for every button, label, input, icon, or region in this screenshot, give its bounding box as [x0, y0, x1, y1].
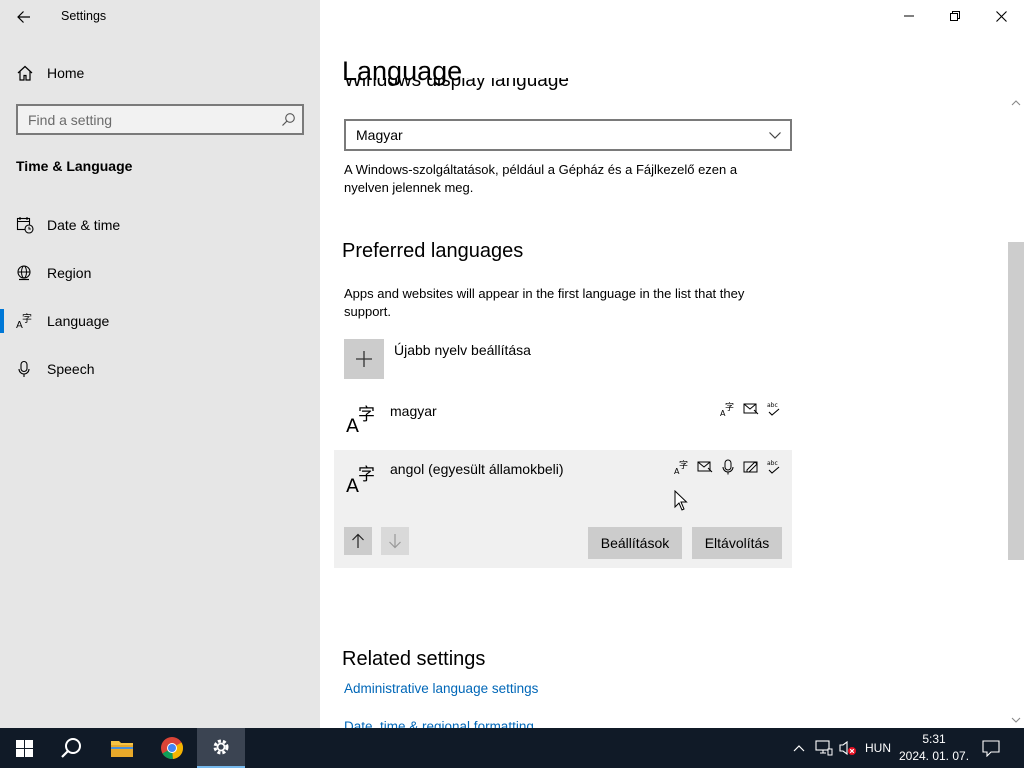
spellcheck-icon: abc — [767, 460, 780, 474]
globe-icon — [17, 265, 31, 281]
volume-muted-icon — [839, 740, 856, 756]
add-language-label: Újabb nyelv beállítása — [394, 342, 531, 358]
dropdown-value: Magyar — [356, 127, 403, 143]
svg-text:字: 字 — [725, 401, 734, 413]
action-center-button[interactable] — [978, 728, 1004, 768]
home-icon — [17, 65, 33, 81]
search-input[interactable] — [18, 106, 268, 133]
language-options-button[interactable]: Beállítások — [588, 527, 682, 559]
chevron-down-icon — [769, 132, 781, 139]
back-arrow-icon — [17, 11, 30, 23]
search-taskbar-button[interactable] — [48, 728, 96, 768]
preferred-languages-heading: Preferred languages — [342, 240, 524, 262]
language-item-magyar[interactable]: A字 magyar A字 abc — [334, 392, 792, 444]
regional-formatting-link[interactable]: Date, time & regional formatting — [344, 719, 534, 728]
main-content: Language Windows display language Magyar… — [320, 0, 1024, 728]
microphone-icon — [18, 360, 30, 377]
chrome-button[interactable] — [148, 728, 196, 768]
sidebar-item-label: Date & time — [47, 217, 121, 233]
scroll-up-icon[interactable] — [1011, 97, 1021, 109]
language-glyph-icon: A字 — [346, 405, 375, 434]
display-language-icon: A字 — [674, 459, 688, 475]
clock-date: 2024. 01. 07. — [898, 749, 970, 763]
preferred-languages-description: Apps and websites will appear in the fir… — [344, 286, 745, 319]
chrome-icon — [161, 737, 184, 760]
language-glyph-icon: A字 — [346, 465, 375, 494]
sidebar-item-language[interactable]: A字 Language — [0, 301, 320, 341]
scrollbar-thumb[interactable] — [1008, 242, 1024, 560]
plus-icon — [344, 339, 384, 379]
admin-language-settings-link[interactable]: Administrative language settings — [344, 681, 538, 696]
volume-button[interactable] — [837, 728, 859, 768]
svg-text:字: 字 — [358, 405, 375, 425]
scrollbar[interactable] — [1008, 96, 1024, 728]
close-icon — [995, 10, 1007, 22]
add-language-button[interactable]: Újabb nyelv beállítása — [344, 339, 784, 379]
chevron-up-icon — [793, 745, 805, 752]
minimize-icon — [904, 15, 914, 17]
sidebar-item-label: Speech — [47, 361, 95, 377]
svg-text:abc: abc — [767, 402, 778, 409]
section-title: Time & Language — [16, 158, 133, 174]
restore-button[interactable] — [932, 0, 978, 32]
sidebar-item-label: Region — [47, 265, 92, 281]
arrow-up-icon — [352, 533, 364, 548]
clock[interactable]: 5:31 2024. 01. 07. — [896, 731, 972, 765]
home-label: Home — [47, 65, 85, 81]
remove-language-button[interactable]: Eltávolítás — [692, 527, 782, 559]
minimize-button[interactable] — [886, 0, 932, 32]
sidebar: Settings Home Time & Language Date & tim… — [0, 0, 320, 728]
back-button[interactable] — [8, 2, 40, 32]
gear-icon — [213, 739, 229, 755]
display-language-dropdown[interactable]: Magyar — [344, 119, 792, 151]
display-language-icon: A字 — [720, 401, 734, 417]
restore-icon — [950, 11, 960, 21]
network-icon — [815, 740, 833, 756]
close-button[interactable] — [978, 0, 1024, 32]
sidebar-item-label: Language — [47, 313, 110, 329]
display-language-heading: Windows display language — [344, 78, 569, 91]
sidebar-item-region[interactable]: Region — [0, 253, 320, 293]
sidebar-item-date-time[interactable]: Date & time — [0, 205, 320, 245]
mouse-cursor-icon — [674, 490, 688, 511]
language-icon: A字 — [16, 312, 32, 330]
calendar-clock-icon — [16, 217, 34, 234]
sidebar-item-home[interactable]: Home — [0, 56, 320, 90]
input-language-indicator[interactable]: HUN — [861, 728, 895, 768]
network-button[interactable] — [813, 728, 835, 768]
notification-icon — [982, 739, 1000, 757]
search-icon[interactable] — [281, 112, 296, 127]
svg-text:字: 字 — [679, 459, 688, 471]
move-down-button[interactable] — [381, 527, 409, 555]
handwriting-icon — [743, 461, 758, 473]
svg-text:字: 字 — [358, 465, 375, 485]
file-explorer-button[interactable] — [98, 728, 146, 768]
search-box[interactable] — [16, 104, 304, 135]
language-item-angol[interactable]: A字 angol (egyesült államokbeli) A字 abc B… — [334, 450, 792, 568]
text-to-speech-icon — [743, 403, 759, 415]
sidebar-item-speech[interactable]: Speech — [0, 349, 320, 389]
svg-text:字: 字 — [22, 312, 32, 325]
related-settings-heading: Related settings — [342, 648, 486, 670]
language-name: angol (egyesült államokbeli) — [390, 461, 564, 477]
windows-logo-icon — [15, 739, 33, 757]
search-icon — [61, 738, 81, 758]
scroll-down-icon[interactable] — [1011, 714, 1021, 726]
move-up-button[interactable] — [344, 527, 372, 555]
folder-icon — [111, 741, 133, 757]
svg-text:abc: abc — [767, 460, 778, 467]
speech-recognition-icon — [722, 459, 734, 475]
app-title: Settings — [61, 9, 107, 23]
taskbar: HUN 5:31 2024. 01. 07. — [0, 728, 1024, 768]
language-name: magyar — [390, 403, 437, 419]
show-hidden-icons-button[interactable] — [789, 728, 809, 768]
arrow-down-icon — [389, 534, 401, 549]
start-button[interactable] — [0, 728, 48, 768]
clock-time: 5:31 — [922, 732, 946, 746]
settings-taskbar-button[interactable] — [197, 728, 245, 768]
text-to-speech-icon — [697, 461, 713, 473]
spellcheck-icon: abc — [767, 402, 780, 416]
display-language-description: A Windows-szolgáltatások, például a Géph… — [344, 162, 738, 195]
